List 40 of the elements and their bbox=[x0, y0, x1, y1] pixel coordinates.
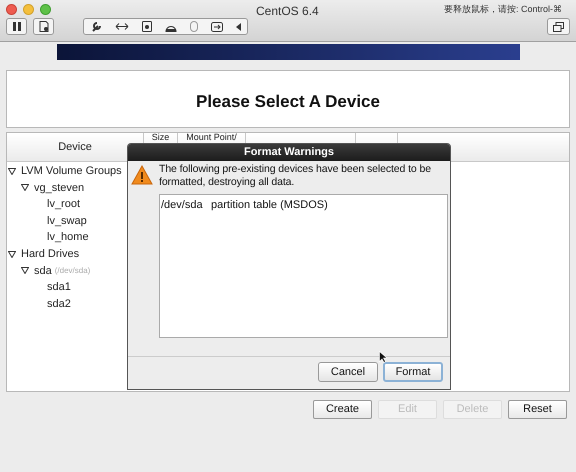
tree-item[interactable]: sda2 bbox=[47, 296, 71, 312]
windows-icon bbox=[553, 22, 564, 32]
action-button[interactable]: Reset bbox=[508, 400, 567, 419]
page-title: Please Select A Device bbox=[195, 91, 381, 113]
tree-item[interactable]: LVM Volume Groups bbox=[21, 163, 122, 180]
pause-button[interactable] bbox=[6, 18, 27, 35]
tree-item[interactable]: sda bbox=[34, 262, 52, 280]
tree-item[interactable]: lv_home bbox=[47, 229, 89, 246]
expanded-arrow-icon[interactable] bbox=[8, 250, 16, 258]
tree-item[interactable]: Hard Drives bbox=[21, 246, 80, 263]
tree-item[interactable]: lv_swap bbox=[47, 212, 87, 230]
mouse-icon[interactable] bbox=[190, 21, 198, 32]
zoom-icon[interactable] bbox=[40, 4, 51, 15]
window-title: CentOS 6.4 bbox=[256, 3, 319, 20]
snapshot-button[interactable] bbox=[33, 18, 54, 35]
wrench-icon[interactable] bbox=[90, 21, 102, 32]
dialog-title-bar: Format Warnings bbox=[128, 144, 450, 161]
tree-item[interactable]: sda1 bbox=[47, 279, 71, 296]
warning-icon bbox=[131, 165, 153, 185]
tree-item[interactable]: lv_root bbox=[47, 196, 80, 213]
fullscreen-button[interactable] bbox=[547, 18, 570, 35]
collapse-icon[interactable] bbox=[236, 22, 240, 30]
dialog-button[interactable]: Cancel bbox=[318, 362, 378, 382]
sync-icon[interactable] bbox=[210, 22, 222, 32]
expanded-arrow-icon[interactable] bbox=[8, 168, 16, 175]
pause-icon bbox=[12, 22, 20, 31]
close-icon[interactable] bbox=[6, 4, 17, 15]
release-mouse-hint: 要释放鼠标，请按: Control-⌘ bbox=[444, 3, 562, 16]
device-path: (/dev/sda) bbox=[54, 264, 90, 277]
mouse-pointer-icon bbox=[379, 351, 387, 363]
tree-item[interactable]: vg_steven bbox=[34, 180, 84, 196]
network-arrows-icon[interactable] bbox=[114, 22, 128, 31]
expanded-arrow-icon[interactable] bbox=[21, 184, 29, 192]
document-icon bbox=[38, 21, 48, 32]
expanded-arrow-icon[interactable] bbox=[21, 267, 29, 274]
device-name: /dev/sda bbox=[161, 198, 204, 213]
warning-message: The following pre-existing devices have been selected to be formatted, destroying all data. bbox=[159, 163, 432, 189]
dialog-button[interactable]: Format bbox=[383, 362, 443, 382]
action-button[interactable]: Create bbox=[313, 400, 372, 419]
device-description: partition table (MSDOS) bbox=[211, 198, 328, 213]
